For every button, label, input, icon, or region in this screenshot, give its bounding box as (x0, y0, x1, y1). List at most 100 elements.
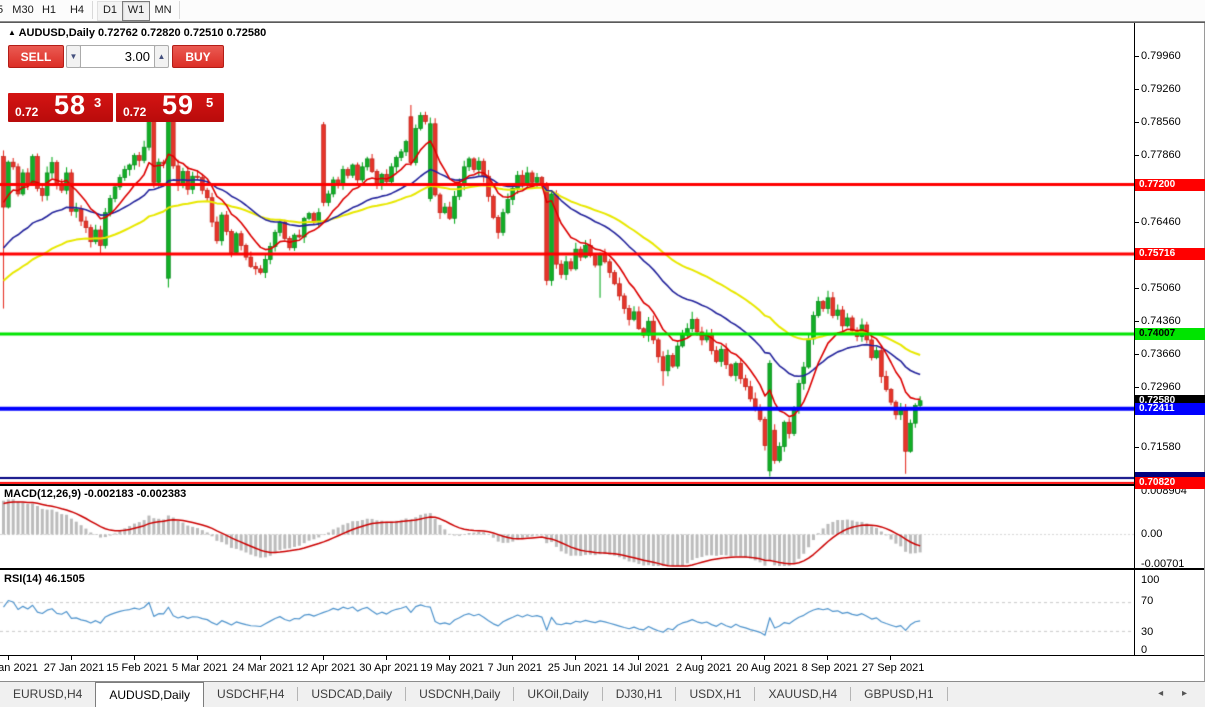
price-line-badge: 0.70820 (1135, 477, 1205, 490)
price-tick-label: 0.75060 (1141, 282, 1181, 294)
main-macd-separator[interactable] (0, 484, 1205, 486)
date-tick-label: 27 Sep 2021 (861, 662, 925, 674)
timeframe-button-h4[interactable]: H4 (66, 1, 88, 19)
price-tick-mark (1134, 321, 1139, 322)
timeframe-button-5[interactable]: 5 (0, 1, 6, 19)
date-tick-mark (386, 656, 387, 660)
tab-scroll-arrows[interactable]: ◂ ▸ (1158, 682, 1205, 707)
price-tick-label: 0.72960 (1141, 381, 1181, 393)
sell-button[interactable]: SELL (8, 45, 64, 68)
date-tick-label: 15 Feb 2021 (106, 662, 168, 674)
chart-tab-audusd[interactable]: AUDUSD,Daily (95, 682, 205, 707)
price-line-badge: 0.74007 (1135, 327, 1205, 340)
price-tick-mark (1134, 222, 1139, 223)
chart-tab-ukoil[interactable]: UKOil,Daily (514, 682, 601, 707)
date-tick-label: 24 Mar 2021 (232, 662, 294, 674)
date-tick-label: 12 Apr 2021 (296, 662, 356, 674)
macd-label: MACD(12,26,9) -0.002183 -0.002383 (4, 488, 187, 500)
price-tick-label: 0.73660 (1141, 348, 1181, 360)
timeframe-toolbar: 5M30H1 H4 D1W1MN (0, 0, 1205, 22)
rsi-tick-label: 30 (1141, 626, 1154, 638)
date-tick-label: 14 Jul 2021 (612, 662, 670, 674)
price-line-badge: 0.75716 (1135, 248, 1205, 261)
date-tick-label: 8 Jan 2021 (0, 662, 38, 674)
chart-tab-usdcnh[interactable]: USDCNH,Daily (406, 682, 513, 707)
macd-tick-label: 0.00 (1141, 528, 1163, 540)
buy-price-prefix: 0.72 (123, 105, 147, 119)
rsi-panel-canvas[interactable] (0, 570, 1134, 655)
buy-price-sup: 5 (206, 95, 214, 110)
chart-tab-usdchf[interactable]: USDCHF,H4 (204, 682, 297, 707)
date-tick-mark (260, 656, 261, 660)
date-tick-label: 2 Aug 2021 (675, 662, 732, 674)
buy-price-display[interactable]: 0.72 59 5 (116, 90, 224, 122)
date-tick-mark (134, 656, 135, 660)
date-tick-label: 25 Jun 2021 (547, 662, 609, 674)
timeframe-button-d1[interactable]: D1 (97, 1, 123, 21)
chart-title: ▲ AUDUSD,Daily 0.72762 0.72820 0.72510 0… (8, 27, 266, 39)
date-tick-label: 7 Jun 2021 (487, 662, 542, 674)
timeframe-button-w1[interactable]: W1 (122, 1, 150, 21)
date-tick-mark (512, 656, 513, 660)
rsi-tick-label: 0 (1141, 644, 1148, 656)
rsi-tick-label: 100 (1141, 574, 1160, 586)
date-tick-mark (701, 656, 702, 660)
date-tick-mark (71, 656, 72, 660)
date-tick-label: 5 Mar 2021 (171, 662, 228, 674)
timeframe-button-mn[interactable]: MN (151, 1, 175, 19)
chart-bottom-border (0, 655, 1205, 656)
chart-tab-gbpusd[interactable]: GBPUSD,H1 (851, 682, 946, 707)
date-tick-mark (890, 656, 891, 660)
mt4-window: 5M30H1H4D1W1MN 0.799600.792600.785600.77… (0, 0, 1205, 707)
ohlc-values: 0.72762 0.72820 0.72510 0.72580 (98, 27, 267, 39)
sell-price-big: 58 (54, 90, 87, 120)
chart-tab-eurusd[interactable]: EURUSD,H4 (0, 682, 95, 707)
price-tick-label: 0.79960 (1141, 50, 1181, 62)
macd-tick-label: -0.00701 (1141, 558, 1185, 570)
date-tick-mark (764, 656, 765, 660)
price-tick-mark (1134, 89, 1139, 90)
timeframe-button-h1[interactable]: H1 (38, 1, 60, 19)
price-tick-label: 0.77860 (1141, 149, 1181, 161)
chart-window: 0.79960 0.79260 0.78560 0.77860 0.76460 0.750… (0, 22, 1205, 681)
collapse-panel-icon[interactable]: ▲ (8, 28, 16, 37)
date-tick-label: 27 Jan 2021 (43, 662, 105, 674)
sell-price-display[interactable]: 0.72 58 3 (8, 90, 113, 122)
date-tick-label: 8 Sep 2021 (801, 662, 858, 674)
tab-separator (946, 687, 948, 701)
date-tick-mark (638, 656, 639, 660)
buy-button[interactable]: BUY (172, 45, 224, 68)
macd-rsi-separator[interactable] (0, 568, 1205, 570)
rsi-label: RSI(14) 46.1505 (4, 573, 85, 585)
price-tick-mark (1134, 354, 1139, 355)
chart-tab-bar: EURUSD,H4 AUDUSD,Daily USDCHF,H4 USDCAD,Dai… (0, 681, 1205, 707)
sell-price-prefix: 0.72 (15, 105, 39, 119)
date-tick-mark (575, 656, 576, 660)
date-tick-label: 30 Apr 2021 (359, 662, 419, 674)
rsi-tick-label: 70 (1141, 595, 1154, 607)
price-tick-label: 0.79260 (1141, 83, 1181, 95)
chart-tab-xauusd[interactable]: XAUUSD,H4 (755, 682, 850, 707)
price-line-badge: 0.77200 (1135, 178, 1205, 191)
price-tick-label: 0.78560 (1141, 116, 1181, 128)
date-tick-mark (827, 656, 828, 660)
chart-tab-usdcad[interactable]: USDCAD,Daily (298, 682, 405, 707)
date-tick-label: 19 May 2021 (420, 662, 484, 674)
date-tick-mark (8, 656, 9, 660)
volume-decrease-button[interactable]: ▼ (66, 45, 81, 68)
price-tick-label: 0.71580 (1141, 441, 1181, 453)
price-tick-mark (1134, 387, 1139, 388)
price-tick-mark (1134, 122, 1139, 123)
price-tick-mark (1134, 56, 1139, 57)
chart-tab-usdx[interactable]: USDX,H1 (676, 682, 754, 707)
price-tick-mark (1134, 155, 1139, 156)
price-tick-mark (1134, 288, 1139, 289)
chart-tab-dj30[interactable]: DJ30,H1 (603, 682, 676, 707)
timeframe-button-m30[interactable]: M30 (10, 1, 36, 19)
date-tick-mark (449, 656, 450, 660)
sell-price-sup: 3 (94, 95, 102, 110)
volume-input[interactable]: 3.00 (80, 45, 155, 68)
date-tick-mark (197, 656, 198, 660)
volume-increase-button[interactable]: ▲ (154, 45, 169, 68)
price-tick-label: 0.76460 (1141, 216, 1181, 228)
